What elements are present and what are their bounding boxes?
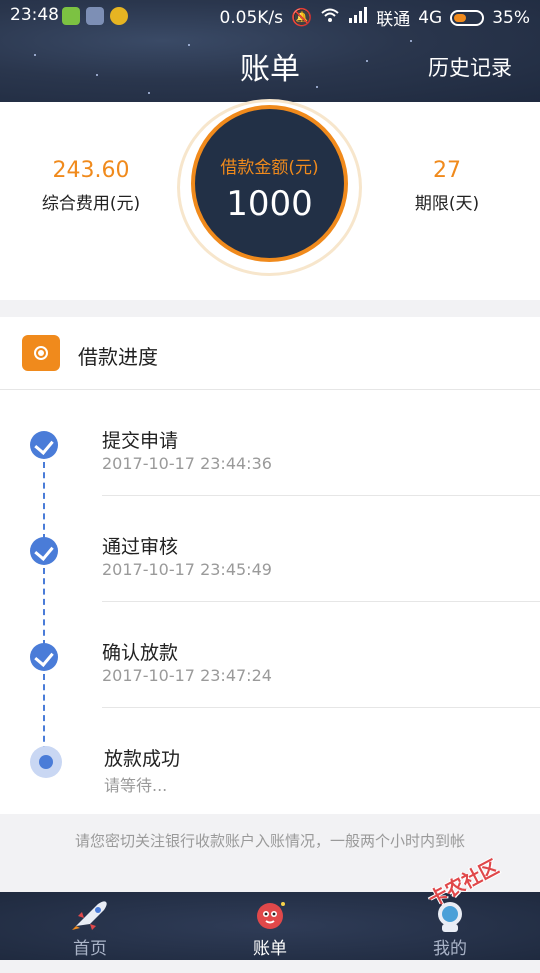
fee-summary: 243.60 综合费用(元): [21, 158, 161, 214]
star-decoration: [148, 92, 150, 94]
app-notification-icon: [62, 7, 80, 25]
term-label: 期限(天): [414, 194, 480, 214]
progress-step: 放款成功 请等待...: [0, 708, 540, 814]
bell-muted-icon: 🔕: [291, 7, 313, 28]
battery-percent: 35%: [492, 7, 530, 28]
step-time: 请等待...: [104, 776, 168, 795]
progress-header: 借款进度: [0, 317, 540, 390]
fee-value: 243.60: [52, 158, 130, 183]
battery-icon: [450, 9, 485, 26]
network-type: 4G: [418, 7, 443, 28]
progress-step: 通过审核 2017-10-17 23:45:49: [0, 496, 540, 646]
history-link[interactable]: 历史记录: [428, 52, 512, 82]
network-speed: 0.05K/s: [219, 7, 284, 28]
loan-summary: 243.60 综合费用(元) 借款金额(元) 1000 27 期限(天): [0, 99, 540, 300]
step-time: 2017-10-17 23:47:24: [102, 666, 272, 685]
step-title: 提交申请: [102, 430, 179, 452]
tab-bill[interactable]: 账单: [210, 892, 330, 960]
app-notification-icon: [110, 7, 128, 25]
carrier-name: 联通: [376, 10, 411, 30]
amount-label: 借款金额(元): [220, 158, 319, 178]
amount-value: 1000: [226, 184, 313, 224]
wifi-icon: [320, 7, 340, 28]
step-title: 通过审核: [102, 536, 179, 558]
status-time: 23:48: [10, 5, 59, 25]
signal-icon: [348, 7, 368, 28]
pending-dot-icon: [30, 746, 62, 778]
step-title: 确认放款: [102, 642, 179, 664]
amount-circle: 借款金额(元) 1000: [191, 105, 348, 262]
term-value: 27: [433, 158, 461, 183]
rocket-icon: [70, 898, 110, 932]
check-circle-icon: [30, 643, 58, 671]
app-notification-icon: [86, 7, 104, 25]
progress-step: 提交申请 2017-10-17 23:44:36: [0, 390, 540, 540]
loan-progress: 借款进度 提交申请 2017-10-17 23:44:36 通过审核 2017-…: [0, 317, 540, 814]
planet-icon: [250, 898, 290, 932]
tab-home[interactable]: 首页: [30, 892, 150, 960]
progress-step: 确认放款 2017-10-17 23:47:24: [0, 602, 540, 752]
status-bar: 23:48 0.05K/s 🔕 联通 4G 35%: [0, 0, 540, 32]
tab-label: 账单: [253, 939, 287, 959]
check-circle-icon: [30, 431, 58, 459]
step-time: 2017-10-17 23:45:49: [102, 560, 272, 579]
term-summary: 27 期限(天): [377, 158, 517, 214]
tab-label: 首页: [73, 939, 107, 959]
progress-title: 借款进度: [78, 345, 158, 369]
star-decoration: [410, 40, 412, 42]
fee-label: 综合费用(元): [41, 194, 141, 214]
check-circle-icon: [30, 537, 58, 565]
step-title: 放款成功: [104, 748, 181, 770]
header: 23:48 0.05K/s 🔕 联通 4G 35% 账单 历史记录: [0, 0, 540, 102]
progress-icon: [22, 335, 60, 371]
notice-text: 请您密切关注银行收款账户入账情况，一般两个小时内到帐: [74, 832, 465, 850]
step-time: 2017-10-17 23:44:36: [102, 454, 272, 473]
